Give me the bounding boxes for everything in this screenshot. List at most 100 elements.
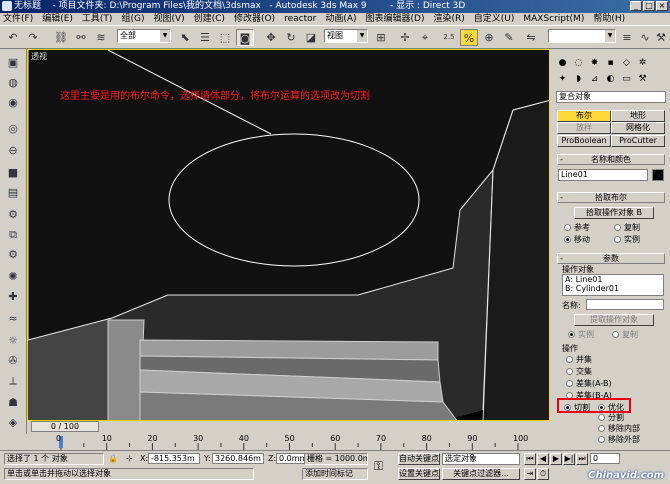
copy-radio[interactable] [614, 224, 621, 231]
select-by-name-icon[interactable]: ☰ [196, 29, 214, 46]
proboolean-button[interactable]: ProBoolean [557, 135, 611, 147]
terrain-button[interactable]: 地形 [611, 110, 665, 122]
helper-icon[interactable]: ✚ [4, 289, 22, 305]
select-move-icon[interactable]: ✥ [262, 29, 280, 46]
bone-icon[interactable]: ⟂ [4, 373, 22, 389]
remove-outside-radio[interactable] [598, 436, 605, 443]
redo-icon[interactable]: ↷ [24, 29, 42, 46]
extract-instance-radio[interactable] [568, 331, 575, 338]
cameras-cat-icon[interactable]: ▪ [603, 57, 618, 69]
sphere-icon[interactable]: ◉ [4, 95, 22, 111]
angle-snap-icon[interactable]: 2.5 [440, 29, 458, 46]
viewport-label[interactable]: 透视 [31, 51, 47, 62]
edit-named-selection-icon[interactable]: ✎ [500, 29, 518, 46]
go-to-start-icon[interactable]: ⏮ [524, 453, 536, 465]
extract-operand-button[interactable]: 提取操作对象 [574, 314, 654, 326]
key-filters-button[interactable]: 关键点过滤器... [442, 468, 520, 480]
shapes-cat-icon[interactable]: ◌ [571, 57, 586, 69]
operand-name-field[interactable] [586, 299, 664, 310]
menu-edit[interactable]: 编辑(E) [42, 13, 73, 25]
key-filter-dropdown[interactable]: 选定对象 [442, 453, 520, 465]
particle-icon[interactable]: ✺ [4, 269, 22, 285]
hierarchy-tab-icon[interactable]: ⊿ [587, 73, 602, 85]
minimize-button[interactable]: _ [630, 1, 642, 11]
reference-coord-dropdown[interactable]: 视图 ▼ [324, 29, 368, 43]
bind-space-warp-icon[interactable]: ≋ [92, 29, 110, 46]
link-icon[interactable]: ⛓ [52, 29, 70, 46]
menu-reactor[interactable]: reactor [284, 13, 316, 25]
cylinder-icon[interactable]: ⊖ [4, 143, 22, 159]
lock-icon[interactable]: 🔒 [108, 454, 118, 463]
rectangular-selection-icon[interactable]: ⬚ [216, 29, 234, 46]
utility-icon[interactable]: ☗ [4, 395, 22, 411]
spacewarp-icon[interactable]: ≈ [4, 311, 22, 327]
mesher-button[interactable]: 网格化 [611, 122, 665, 134]
systems-cat-icon[interactable]: ✲ [635, 57, 650, 69]
render-icon[interactable]: ◈ [4, 415, 22, 431]
menu-rendering[interactable]: 渲染(R) [433, 13, 464, 25]
mirror-icon[interactable]: ⇋ [522, 29, 540, 46]
pick-operand-b-button[interactable]: 拾取操作对象 B [574, 207, 654, 219]
prev-frame-icon[interactable]: ◀ [537, 453, 549, 465]
lights-cat-icon[interactable]: ✸ [587, 57, 602, 69]
snaps-toggle-icon[interactable]: ⌖ [416, 29, 434, 46]
intersection-radio[interactable] [566, 368, 573, 375]
utilities-tab-icon[interactable]: ⚒ [635, 73, 650, 85]
select-scale-icon[interactable]: ◪ [302, 29, 320, 46]
loft-button[interactable]: 放样 [557, 122, 611, 134]
menu-group[interactable]: 组(G) [121, 13, 144, 25]
close-button[interactable]: × [656, 1, 668, 11]
select-manipulate-icon[interactable]: ✢ [396, 29, 414, 46]
modify-icon[interactable]: ◍ [4, 75, 22, 91]
remove-inside-radio[interactable] [598, 425, 605, 432]
helpers-cat-icon[interactable]: ◇ [619, 57, 634, 69]
create-geometry-icon[interactable]: ▣ [4, 55, 22, 71]
menu-tools[interactable]: 工具(T) [82, 13, 113, 25]
next-frame-icon[interactable]: ▶| [563, 453, 575, 465]
create-tab-icon[interactable]: ✦ [555, 73, 570, 85]
menu-animation[interactable]: 动画(A) [325, 13, 356, 25]
x-coordinate-field[interactable]: -815.353m [148, 453, 200, 464]
hammer-icon[interactable]: ⚒ [652, 29, 670, 46]
maximize-button[interactable]: □ [643, 1, 655, 11]
operand-a[interactable]: A: Line01 [565, 275, 663, 284]
menu-customize[interactable]: 自定义(U) [474, 13, 515, 25]
union-radio[interactable] [566, 356, 573, 363]
percent-snap-icon[interactable]: % [460, 29, 478, 46]
display-tab-icon[interactable]: ▭ [619, 73, 634, 85]
light-icon[interactable]: ☼ [4, 333, 22, 349]
time-config-icon[interactable]: ⏱ [537, 468, 549, 480]
track-bar[interactable]: 0 10 20 30 40 50 60 70 80 90 100 [27, 434, 550, 450]
auto-key-button[interactable]: 自动关键点 [398, 453, 440, 465]
procutter-button[interactable]: ProCutter [611, 135, 665, 147]
key-mode-icon[interactable]: ⇥ [524, 468, 536, 480]
instance-radio[interactable] [614, 236, 621, 243]
motion-tab-icon[interactable]: ◐ [603, 73, 618, 85]
link-tool-icon[interactable]: ⧉ [4, 227, 22, 243]
operand-b[interactable]: B: Cylinder01 [565, 284, 663, 293]
plane-icon[interactable]: ▤ [4, 185, 22, 201]
menu-graph-editors[interactable]: 图表编辑器(D) [366, 13, 425, 25]
transform-mode-icon[interactable]: ⊹ [126, 454, 133, 463]
named-selection-dropdown[interactable]: ▼ [548, 29, 616, 43]
selection-filter-dropdown[interactable]: 全部 ▼ [117, 29, 171, 43]
spinner-snap-icon[interactable]: ⊕ [480, 29, 498, 46]
category-dropdown[interactable]: 复合对象 [556, 91, 666, 103]
menu-file[interactable]: 文件(F) [3, 13, 33, 25]
select-rotate-icon[interactable]: ↻ [282, 29, 300, 46]
modify-tab-icon[interactable]: ◗ [571, 73, 586, 85]
tube-icon[interactable]: ◎ [4, 121, 22, 137]
select-object-icon[interactable]: ⬉ [176, 29, 194, 46]
reference-radio[interactable] [564, 224, 571, 231]
current-frame-field[interactable]: 0 [590, 453, 620, 464]
set-key-button[interactable]: 设置关键点 [398, 468, 440, 480]
wrench-icon[interactable]: ⚙ [4, 207, 22, 223]
pick-boolean-rollout[interactable]: - 拾取布尔 [557, 192, 665, 203]
camera-icon[interactable]: ✇ [4, 353, 22, 369]
object-color-swatch[interactable] [652, 169, 664, 181]
object-name-field[interactable]: Line01 [558, 169, 648, 181]
time-slider[interactable]: 0 / 100 [31, 421, 99, 432]
gear-icon[interactable]: ⚙ [4, 247, 22, 263]
name-color-rollout[interactable]: - 名称和颜色 [557, 154, 665, 165]
undo-icon[interactable]: ↶ [4, 29, 22, 46]
